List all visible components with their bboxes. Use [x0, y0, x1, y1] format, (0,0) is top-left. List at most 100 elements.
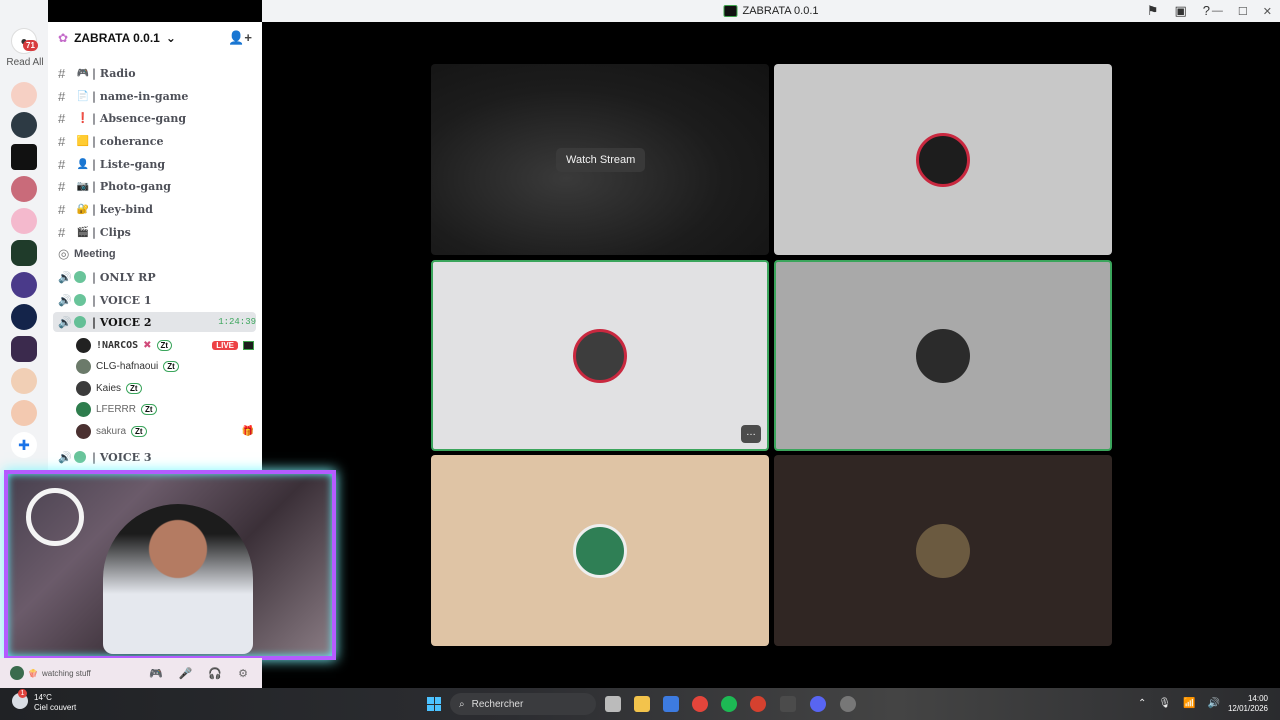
search-box[interactable]: ⌕ Rechercher	[450, 693, 596, 715]
headphones-icon[interactable]: 🎧	[208, 667, 222, 680]
voice-channel[interactable]: 🔊 | VOICE 3	[58, 447, 256, 467]
text-channel[interactable]: # 🎮 | Radio	[58, 63, 256, 83]
hash-icon: #	[58, 65, 66, 81]
server-icon[interactable]	[11, 304, 37, 330]
stream-tile[interactable]: Watch Stream	[431, 64, 769, 255]
hash-icon: #	[58, 110, 66, 126]
close-button[interactable]: ✕	[1263, 5, 1272, 18]
participant-tile[interactable]	[774, 455, 1112, 646]
webcam-overlay	[4, 470, 336, 660]
avatar	[573, 328, 627, 383]
chevron-up-icon[interactable]: ⌃	[1138, 698, 1146, 709]
stage-channel[interactable]: ◎ Meeting	[58, 244, 256, 264]
speaker-icon: 🔊	[58, 294, 72, 307]
add-member-icon[interactable]: 👤+	[228, 30, 252, 46]
voice-user[interactable]: CLG-hafnaoui Zt	[76, 357, 254, 375]
participant-tile[interactable]	[774, 64, 1112, 255]
avatar	[76, 423, 91, 439]
cloud-icon: 1	[12, 689, 28, 709]
voice-user[interactable]: Kaies Zt	[76, 379, 254, 397]
title-bar: ZABRATA 0.0.1 ⚑ ▣ ? — ☐ ✕	[262, 0, 1280, 22]
channel-label: | coherance	[92, 134, 164, 148]
text-channel[interactable]: # ❗ | Absence-gang	[58, 108, 256, 128]
channel-label: | VOICE 2	[92, 315, 152, 329]
user-name: Kaies	[96, 382, 122, 394]
streamer-figure	[103, 504, 253, 654]
user-name: sakura	[96, 425, 127, 437]
hash-icon: #	[58, 201, 66, 217]
server-icon[interactable]	[11, 400, 37, 426]
text-channel[interactable]: # 📷 | Photo-gang	[58, 176, 256, 196]
text-channel[interactable]: # 🎬 | Clips	[58, 222, 256, 242]
participant-tile-speaking[interactable]	[774, 260, 1112, 451]
windows-start-icon[interactable]	[427, 697, 441, 711]
channel-emoji: 🎮	[76, 67, 90, 79]
server-icon[interactable]	[11, 336, 37, 362]
server-icon[interactable]	[11, 82, 37, 108]
channel-label: | Radio	[92, 66, 136, 80]
taskbar: 1 14°C Ciel couvert ⌕ Rechercher ⌃ 🎙 📶 🔊 …	[0, 688, 1280, 720]
microphone-icon[interactable]: 🎤	[179, 667, 193, 680]
badge-icon: ✖	[143, 339, 152, 351]
app-icon[interactable]	[780, 696, 796, 712]
text-channel[interactable]: # 👤 | Liste-gang	[58, 154, 256, 174]
server-icon[interactable]	[11, 240, 37, 266]
server-icon[interactable]	[11, 176, 37, 202]
app-icon[interactable]	[750, 696, 766, 712]
voice-channel[interactable]: 🔊 | ONLY RP	[58, 267, 256, 287]
voice-user[interactable]: LFERRR Zt	[76, 400, 254, 418]
gamepad-icon[interactable]: 🎮	[149, 667, 163, 680]
wifi-icon[interactable]: 📶	[1183, 698, 1195, 709]
server-icon[interactable]	[11, 368, 37, 394]
server-flower-icon: ✿	[58, 31, 69, 45]
voice-user[interactable]: !NARCOS ✖ Zt LIVE	[76, 336, 254, 354]
microphone-icon[interactable]: 🎙	[1158, 698, 1171, 709]
store-icon[interactable]	[663, 696, 679, 712]
discord-icon[interactable]	[810, 696, 826, 712]
file-explorer-icon[interactable]	[634, 696, 650, 712]
server-icon[interactable]	[11, 208, 37, 234]
user-name: !NARCOS	[96, 339, 139, 351]
status-dot	[74, 451, 86, 463]
more-options-button[interactable]: …	[741, 425, 761, 443]
clock[interactable]: 14:00 12/01/2026	[1228, 694, 1268, 714]
voice-user[interactable]: sakura Zt 🎁	[76, 422, 254, 440]
weather-widget[interactable]: 1 14°C Ciel couvert	[12, 689, 76, 713]
server-icon[interactable]	[11, 272, 37, 298]
text-channel[interactable]: # 🟨 | coherance	[58, 131, 256, 151]
text-channel[interactable]: # 🔐 | key-bind	[58, 199, 256, 219]
status-dot	[74, 316, 86, 328]
participant-tile-speaking[interactable]: …	[431, 260, 769, 451]
volume-icon[interactable]: 🔊	[1208, 698, 1220, 709]
text-channel[interactable]: # 📄 | name-in-game	[58, 86, 256, 106]
voice-channel-active[interactable]: 🔊 | VOICE 2 1:24:39	[53, 312, 256, 332]
channel-label: | VOICE 3	[92, 450, 152, 464]
obs-icon[interactable]	[840, 696, 856, 712]
live-badge: LIVE	[212, 340, 238, 350]
channel-emoji: 📄	[76, 90, 90, 102]
avatar	[916, 132, 970, 187]
server-icon[interactable]	[11, 112, 37, 138]
server-header[interactable]: ✿ ZABRATA 0.0.1 ⌄ 👤+	[48, 22, 262, 54]
clock-date: 12/01/2026	[1227, 704, 1268, 713]
task-view-icon[interactable]	[605, 696, 621, 712]
help-icon[interactable]: ?	[1203, 3, 1210, 19]
maximize-button[interactable]: ☐	[1238, 5, 1248, 18]
voice-channel[interactable]: 🔊 | VOICE 1	[58, 290, 256, 310]
notification-badge: 71	[23, 40, 38, 51]
participant-tile[interactable]	[431, 455, 769, 646]
read-all-button[interactable]: Read All	[3, 57, 47, 68]
hash-icon: #	[58, 178, 66, 194]
chrome-icon[interactable]	[692, 696, 708, 712]
server-icon[interactable]: ✚	[11, 432, 37, 458]
minimize-button[interactable]: —	[1212, 5, 1223, 18]
user-tag: Zt	[126, 382, 142, 394]
spotify-icon[interactable]	[721, 696, 737, 712]
channel-label: Meeting	[74, 248, 116, 260]
avatar[interactable]	[10, 666, 24, 680]
gear-icon[interactable]: ⚙	[238, 667, 248, 680]
inbox-icon[interactable]: ▣	[1174, 3, 1186, 19]
flag-icon[interactable]: ⚑	[1147, 3, 1159, 19]
server-icon[interactable]	[11, 144, 37, 170]
watch-stream-button[interactable]: Watch Stream	[556, 148, 646, 172]
